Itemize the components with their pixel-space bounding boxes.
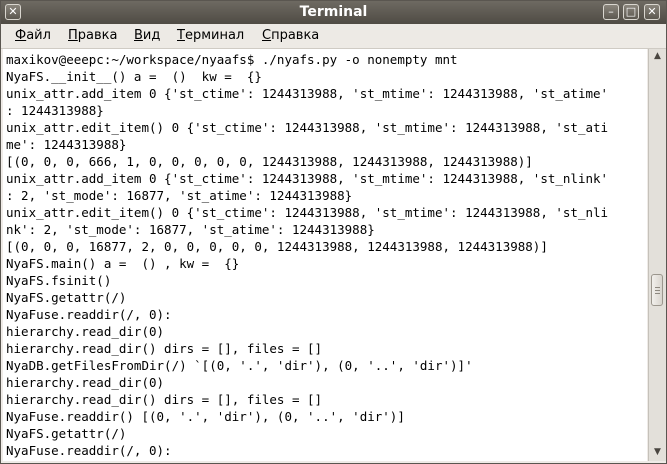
menu-bar: Файл Правка Вид Терминал Справка <box>1 24 666 49</box>
close-icon: ✕ <box>647 5 657 18</box>
minimize-icon: – <box>608 5 614 18</box>
grip-line <box>655 293 660 294</box>
grip-line <box>655 290 660 291</box>
minimize-window-button[interactable]: – <box>603 4 619 20</box>
scroll-down-button[interactable]: ▼ <box>650 445 665 460</box>
title-bar[interactable]: Terminal ✕ – □ ✕ <box>1 1 666 24</box>
grip-line <box>655 287 660 288</box>
arrow-up-icon: ▲ <box>654 51 661 61</box>
maximize-window-button[interactable]: □ <box>623 4 639 20</box>
menu-view[interactable]: Вид <box>134 28 160 43</box>
close-button[interactable]: ✕ <box>644 4 660 20</box>
vertical-scrollbar[interactable]: ▲ ▼ <box>648 49 666 461</box>
scrollbar-thumb[interactable] <box>651 274 663 306</box>
terminal-window: Terminal ✕ – □ ✕ Файл Правка Вид Термина… <box>0 0 667 464</box>
close-window-button[interactable]: ✕ <box>5 4 21 20</box>
terminal-text[interactable]: maxikov@eeepc:~/workspace/nyaafs$ ./nyaf… <box>3 49 647 459</box>
menu-edit[interactable]: Правка <box>68 28 117 43</box>
menu-help[interactable]: Справка <box>262 28 319 43</box>
menu-file[interactable]: Файл <box>15 28 51 43</box>
menu-terminal[interactable]: Терминал <box>177 28 244 43</box>
close-icon: ✕ <box>8 5 18 18</box>
arrow-down-icon: ▼ <box>654 447 661 457</box>
terminal-output[interactable]: maxikov@eeepc:~/workspace/nyaafs$ ./nyaf… <box>3 49 647 461</box>
scroll-up-button[interactable]: ▲ <box>650 49 665 64</box>
maximize-icon: □ <box>625 5 637 18</box>
window-title: Terminal <box>299 4 368 20</box>
